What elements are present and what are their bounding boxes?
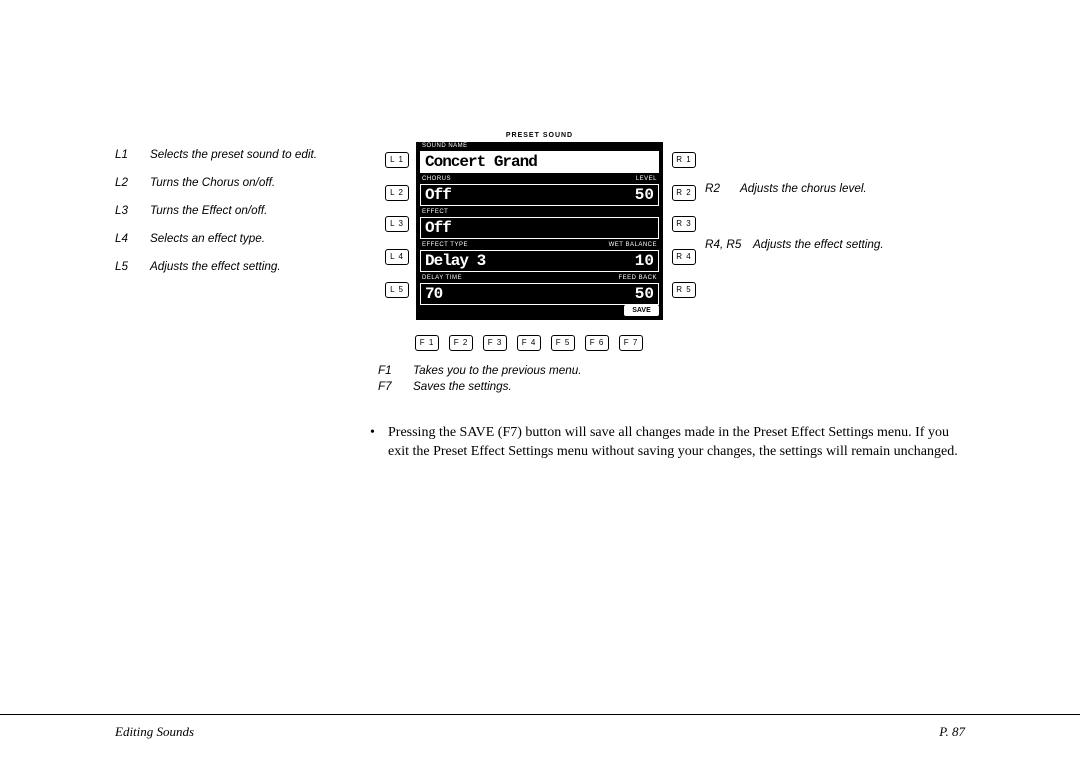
ann-l5: L5Adjusts the effect setting.: [115, 260, 370, 274]
bullet-icon: •: [370, 424, 388, 462]
ann-l3: L3Turns the Effect on/off.: [115, 204, 370, 218]
body-paragraph: • Pressing the SAVE (F7) button will sav…: [370, 424, 965, 462]
footer-section-title: Editing Sounds: [115, 724, 194, 740]
ann-f1: F1Takes you to the previous menu.: [378, 364, 728, 378]
ann-l1: L1Selects the preset sound to edit.: [115, 148, 370, 162]
button-r3: R 3: [672, 216, 696, 232]
annotations-bottom: F1Takes you to the previous menu. F7Save…: [378, 364, 728, 396]
lcd-row-chorus: CHORUS LEVEL Off 50: [420, 177, 659, 207]
button-f3: F 3: [483, 335, 507, 351]
lcd-row-delay: DELAY TIME FEED BACK 70 50: [420, 276, 659, 306]
annotations-left: L1Selects the preset sound to edit. L2Tu…: [115, 148, 370, 288]
button-f2: F 2: [449, 335, 473, 351]
footer-page-number: P. 87: [939, 724, 965, 740]
ann-r4r5: R4, R5Adjusts the effect setting.: [705, 238, 955, 252]
button-l2: L 2: [385, 185, 409, 201]
button-f7: F 7: [619, 335, 643, 351]
button-l5: L 5: [385, 282, 409, 298]
chorus-field: Off 50: [420, 184, 659, 206]
lcd-row-effect-type: EFFECT TYPE WET BALANCE Delay 3 10: [420, 243, 659, 273]
lcd-row-sound-name: SOUND NAME Concert Grand: [420, 144, 659, 174]
body-text-content: Pressing the SAVE (F7) button will save …: [388, 424, 965, 462]
button-r2: R 2: [672, 185, 696, 201]
sound-name-field: Concert Grand: [420, 151, 659, 173]
lcd-screen: PRESET SOUND SOUND NAME Concert Grand CH…: [416, 130, 663, 320]
manual-page: PRESET SOUND SOUND NAME Concert Grand CH…: [0, 0, 1080, 764]
lcd-title: PRESET SOUND: [416, 130, 663, 142]
ann-r2: R2Adjusts the chorus level.: [705, 182, 955, 196]
button-l4: L 4: [385, 249, 409, 265]
save-button: SAVE: [624, 305, 659, 316]
ann-l4: L4Selects an effect type.: [115, 232, 370, 246]
effect-field: Off: [420, 217, 659, 239]
diagram-area: PRESET SOUND SOUND NAME Concert Grand CH…: [115, 130, 965, 400]
ann-f7: F7Saves the settings.: [378, 380, 728, 394]
button-f5: F 5: [551, 335, 575, 351]
button-f6: F 6: [585, 335, 609, 351]
button-f1: F 1: [415, 335, 439, 351]
delay-field: 70 50: [420, 283, 659, 305]
button-r1: R 1: [672, 152, 696, 168]
button-r4: R 4: [672, 249, 696, 265]
effect-type-field: Delay 3 10: [420, 250, 659, 272]
button-r5: R 5: [672, 282, 696, 298]
annotations-right: R2Adjusts the chorus level. R4, R5Adjust…: [705, 182, 955, 294]
lcd-row-effect: EFFECT Off: [420, 210, 659, 240]
f-button-row: F 1 F 2 F 3 F 4 F 5 F 6 F 7: [415, 335, 643, 351]
button-f4: F 4: [517, 335, 541, 351]
button-l1: L 1: [385, 152, 409, 168]
footer-rule: [0, 714, 1080, 715]
ann-l2: L2Turns the Chorus on/off.: [115, 176, 370, 190]
button-l3: L 3: [385, 216, 409, 232]
